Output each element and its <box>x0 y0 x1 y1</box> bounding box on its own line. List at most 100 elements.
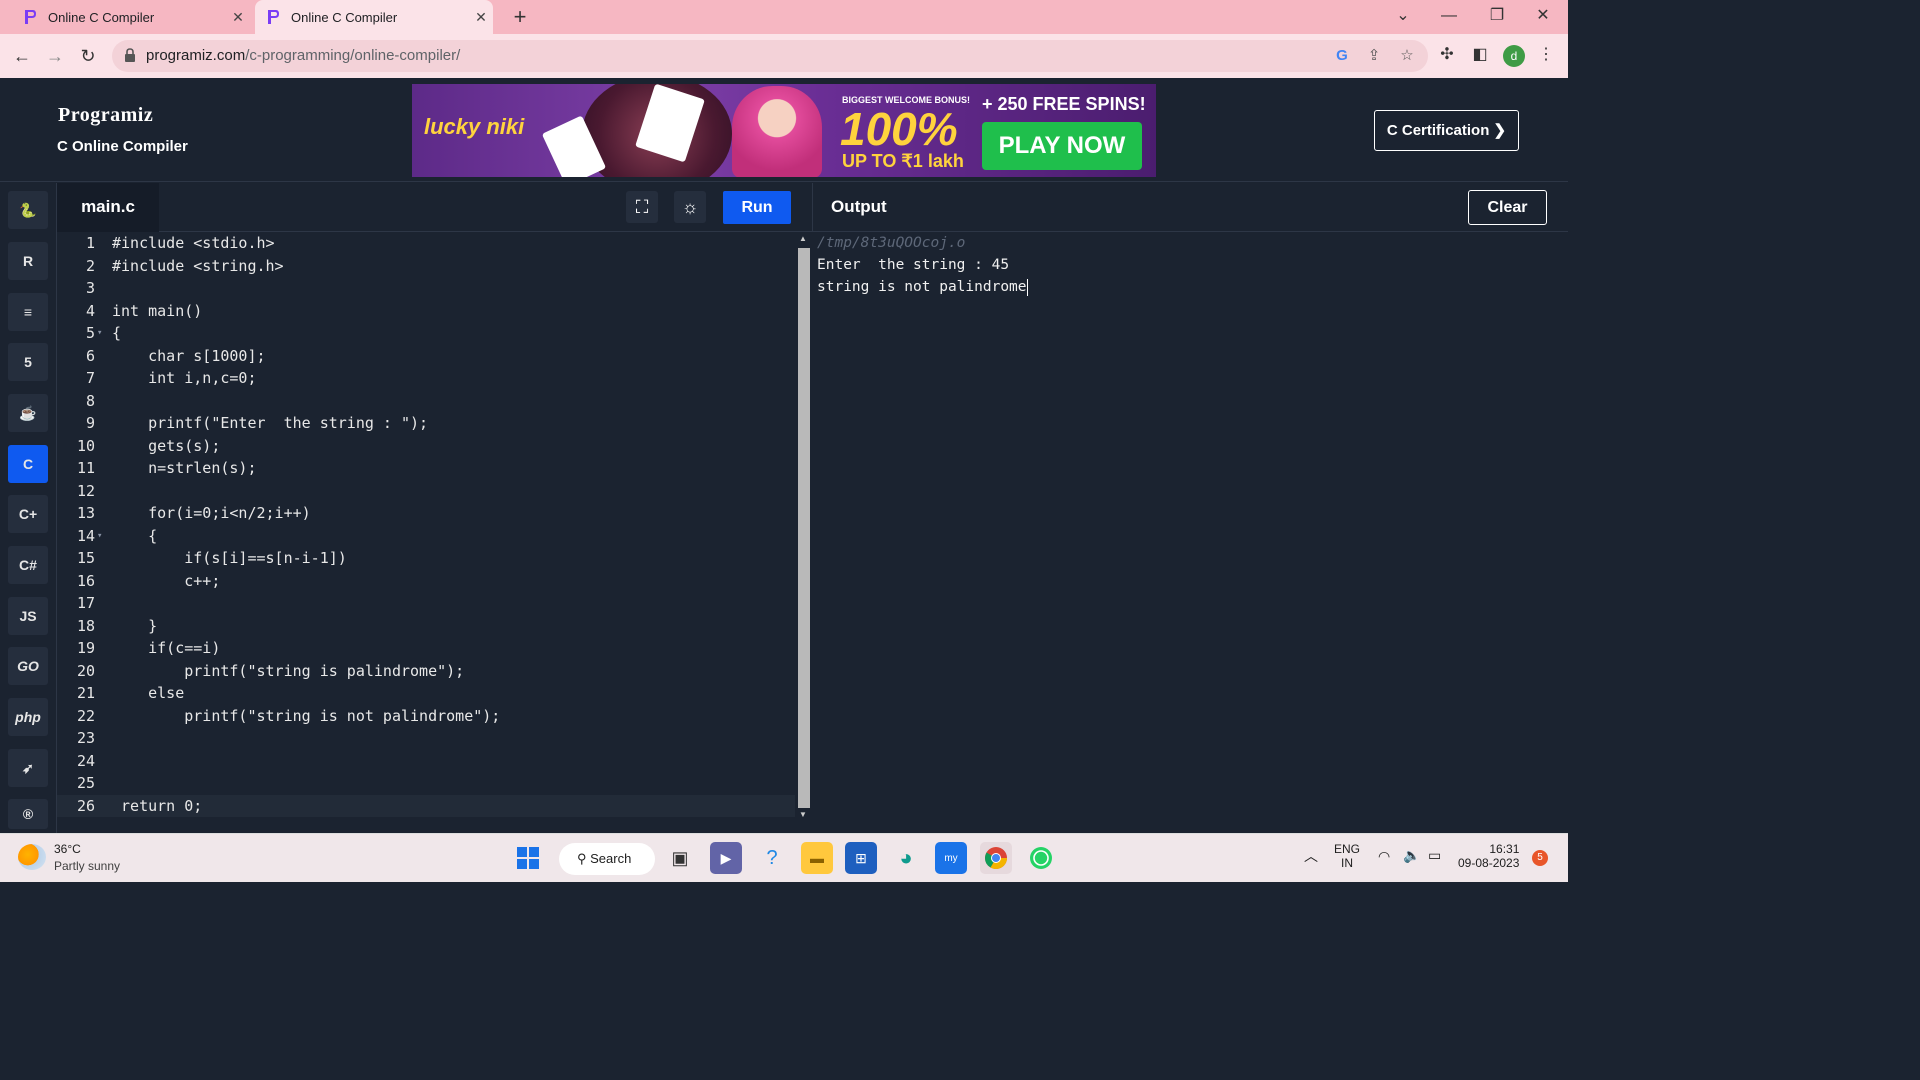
extensions-puzzle-icon[interactable]: ✣ <box>1436 44 1458 66</box>
new-tab-button[interactable]: + <box>508 4 532 30</box>
code-line-current: 26 return 0; <box>57 794 795 817</box>
sql-database-icon[interactable]: ≡ <box>8 293 48 331</box>
run-button[interactable]: Run <box>723 191 791 224</box>
scroll-up-arrow-icon[interactable]: ▲ <box>799 234 807 243</box>
line-number: 7 <box>85 369 95 387</box>
weather-temperature[interactable]: 36°C <box>54 842 81 856</box>
minimize-button[interactable]: — <box>1426 0 1472 34</box>
bookmark-star-icon[interactable]: ☆ <box>1397 46 1417 66</box>
c-language-icon[interactable]: C <box>8 445 48 483</box>
reload-icon[interactable]: ↻ <box>74 42 102 70</box>
fullscreen-icon[interactable]: ⛶ <box>626 191 658 223</box>
close-window-button[interactable]: ✕ <box>1520 0 1566 34</box>
url-bar[interactable]: programiz.com/c-programming/online-compi… <box>112 40 1428 72</box>
code-editor[interactable]: 1 #include <stdio.h> 2 #include <string.h>… <box>57 232 795 832</box>
output-console[interactable]: /tmp/8t3uQOOcoj.o Enter the string : 45 … <box>812 232 1568 832</box>
volume-icon[interactable]: 🔈 <box>1403 847 1420 864</box>
microsoft-store-icon[interactable]: ⊞ <box>845 842 877 874</box>
language-sidebar: 🐍 R ≡ 5 ☕ C C+ C# JS GO php ➶ ® <box>0 183 57 833</box>
restore-button[interactable]: ❐ <box>1474 0 1520 34</box>
browser-tab-active[interactable]: Online C Compiler ✕ <box>255 0 493 34</box>
lock-icon <box>124 48 136 62</box>
clear-button[interactable]: Clear <box>1468 190 1547 225</box>
csharp-icon[interactable]: C# <box>8 546 48 584</box>
code-line: 5 ▾ { <box>57 322 795 344</box>
browser-tab[interactable]: Online C Compiler ✕ <box>12 0 250 34</box>
fold-arrow-icon[interactable]: ▾ <box>97 525 102 547</box>
browser-menu-icon[interactable]: ⋮ <box>1535 44 1557 66</box>
php-icon[interactable]: php <box>8 698 48 736</box>
text-caret <box>1026 278 1028 296</box>
share-icon[interactable]: ⇪ <box>1364 46 1384 66</box>
close-tab-icon[interactable]: ✕ <box>226 9 250 26</box>
code-line: 21 else <box>57 682 795 704</box>
line-number: 17 <box>76 594 95 612</box>
go-icon[interactable]: GO <box>8 647 48 685</box>
show-hidden-icons-chevron-icon[interactable]: ︿ <box>1304 846 1318 866</box>
editor-scrollbar[interactable]: ▲ ▼ <box>795 232 812 822</box>
programiz-favicon-icon <box>265 9 281 25</box>
battery-icon[interactable]: ▭ <box>1428 847 1441 864</box>
teams-chat-icon[interactable]: ▶ <box>710 842 742 874</box>
weather-description[interactable]: Partly sunny <box>54 859 120 873</box>
close-tab-icon[interactable]: ✕ <box>469 9 493 26</box>
tab-title: Online C Compiler <box>48 9 155 25</box>
input-language[interactable]: ENG IN <box>1334 842 1360 870</box>
taskbar-search-box[interactable]: ⚲ Search <box>559 843 655 875</box>
java-icon[interactable]: ☕ <box>8 394 48 432</box>
forward-arrow-icon[interactable]: → <box>41 42 69 70</box>
notification-count-badge[interactable]: 5 <box>1532 850 1548 866</box>
code-line: 13 for(i=0;i<n/2;i++) <box>57 502 795 524</box>
myhp-icon[interactable]: my <box>935 842 967 874</box>
language-code: ENG <box>1334 842 1361 856</box>
programiz-logo[interactable]: Programiz <box>58 104 153 127</box>
line-number: 9 <box>85 414 95 432</box>
line-number: 15 <box>76 549 95 567</box>
code-line: 7 int i,n,c=0; <box>57 367 795 389</box>
windows-start-icon[interactable] <box>512 842 544 874</box>
swift-icon[interactable]: ➶ <box>8 749 48 787</box>
code-line: 6 char s[1000]; <box>57 345 795 367</box>
whatsapp-icon[interactable] <box>1025 842 1057 874</box>
get-help-icon[interactable]: ? <box>756 842 788 874</box>
javascript-icon[interactable]: JS <box>8 597 48 635</box>
wifi-icon[interactable]: ◠ <box>1378 848 1390 865</box>
code-text: else <box>112 684 185 702</box>
theme-toggle-sun-icon[interactable]: ☼ <box>674 191 706 223</box>
side-panel-icon[interactable]: ◧ <box>1469 44 1491 66</box>
scroll-down-arrow-icon[interactable]: ▼ <box>799 810 807 819</box>
line-number: 2 <box>85 256 95 275</box>
file-tab-main-c[interactable]: main.c <box>57 183 159 232</box>
chrome-browser-icon[interactable] <box>980 842 1012 874</box>
python-icon[interactable]: 🐍 <box>8 191 48 229</box>
html5-icon[interactable]: 5 <box>8 343 48 381</box>
clock[interactable]: 16:31 09-08-2023 <box>1458 842 1519 870</box>
c-certification-button[interactable]: C Certification ❯ <box>1374 110 1519 151</box>
code-line: 12 <box>57 480 795 502</box>
code-text: n=strlen(s); <box>112 459 257 477</box>
file-explorer-icon[interactable]: ▬ <box>801 842 833 874</box>
line-number: 20 <box>76 661 95 680</box>
google-lens-icon[interactable]: G <box>1332 46 1352 66</box>
task-view-icon[interactable]: ▣ <box>664 842 696 874</box>
url-domain: programiz.com <box>146 47 246 64</box>
rust-icon[interactable]: ® <box>8 799 48 829</box>
advertisement-banner[interactable]: lucky niki BIGGEST WELCOME BONUS! 100% U… <box>412 84 1156 177</box>
back-arrow-icon[interactable]: ← <box>8 42 36 70</box>
ad-play-now-button[interactable]: PLAY NOW <box>982 122 1142 170</box>
code-text: return 0; <box>112 796 203 815</box>
line-number: 14 <box>76 526 95 545</box>
clock-date: 09-08-2023 <box>1458 856 1520 870</box>
r-language-icon[interactable]: R <box>8 242 48 280</box>
code-text: c++; <box>112 571 221 590</box>
profile-avatar[interactable]: d <box>1503 45 1525 67</box>
cpp-icon[interactable]: C+ <box>8 495 48 533</box>
scrollbar-thumb[interactable] <box>798 248 810 808</box>
edge-browser-icon[interactable]: ◕ <box>890 842 922 874</box>
line-number: 23 <box>76 729 95 747</box>
programiz-favicon-icon <box>22 9 38 25</box>
weather-partly-sunny-icon[interactable] <box>18 844 46 870</box>
region-code: IN <box>1341 856 1353 870</box>
fold-arrow-icon[interactable]: ▾ <box>97 322 102 344</box>
tab-search-chevron-icon[interactable]: ⌄ <box>1380 0 1426 34</box>
